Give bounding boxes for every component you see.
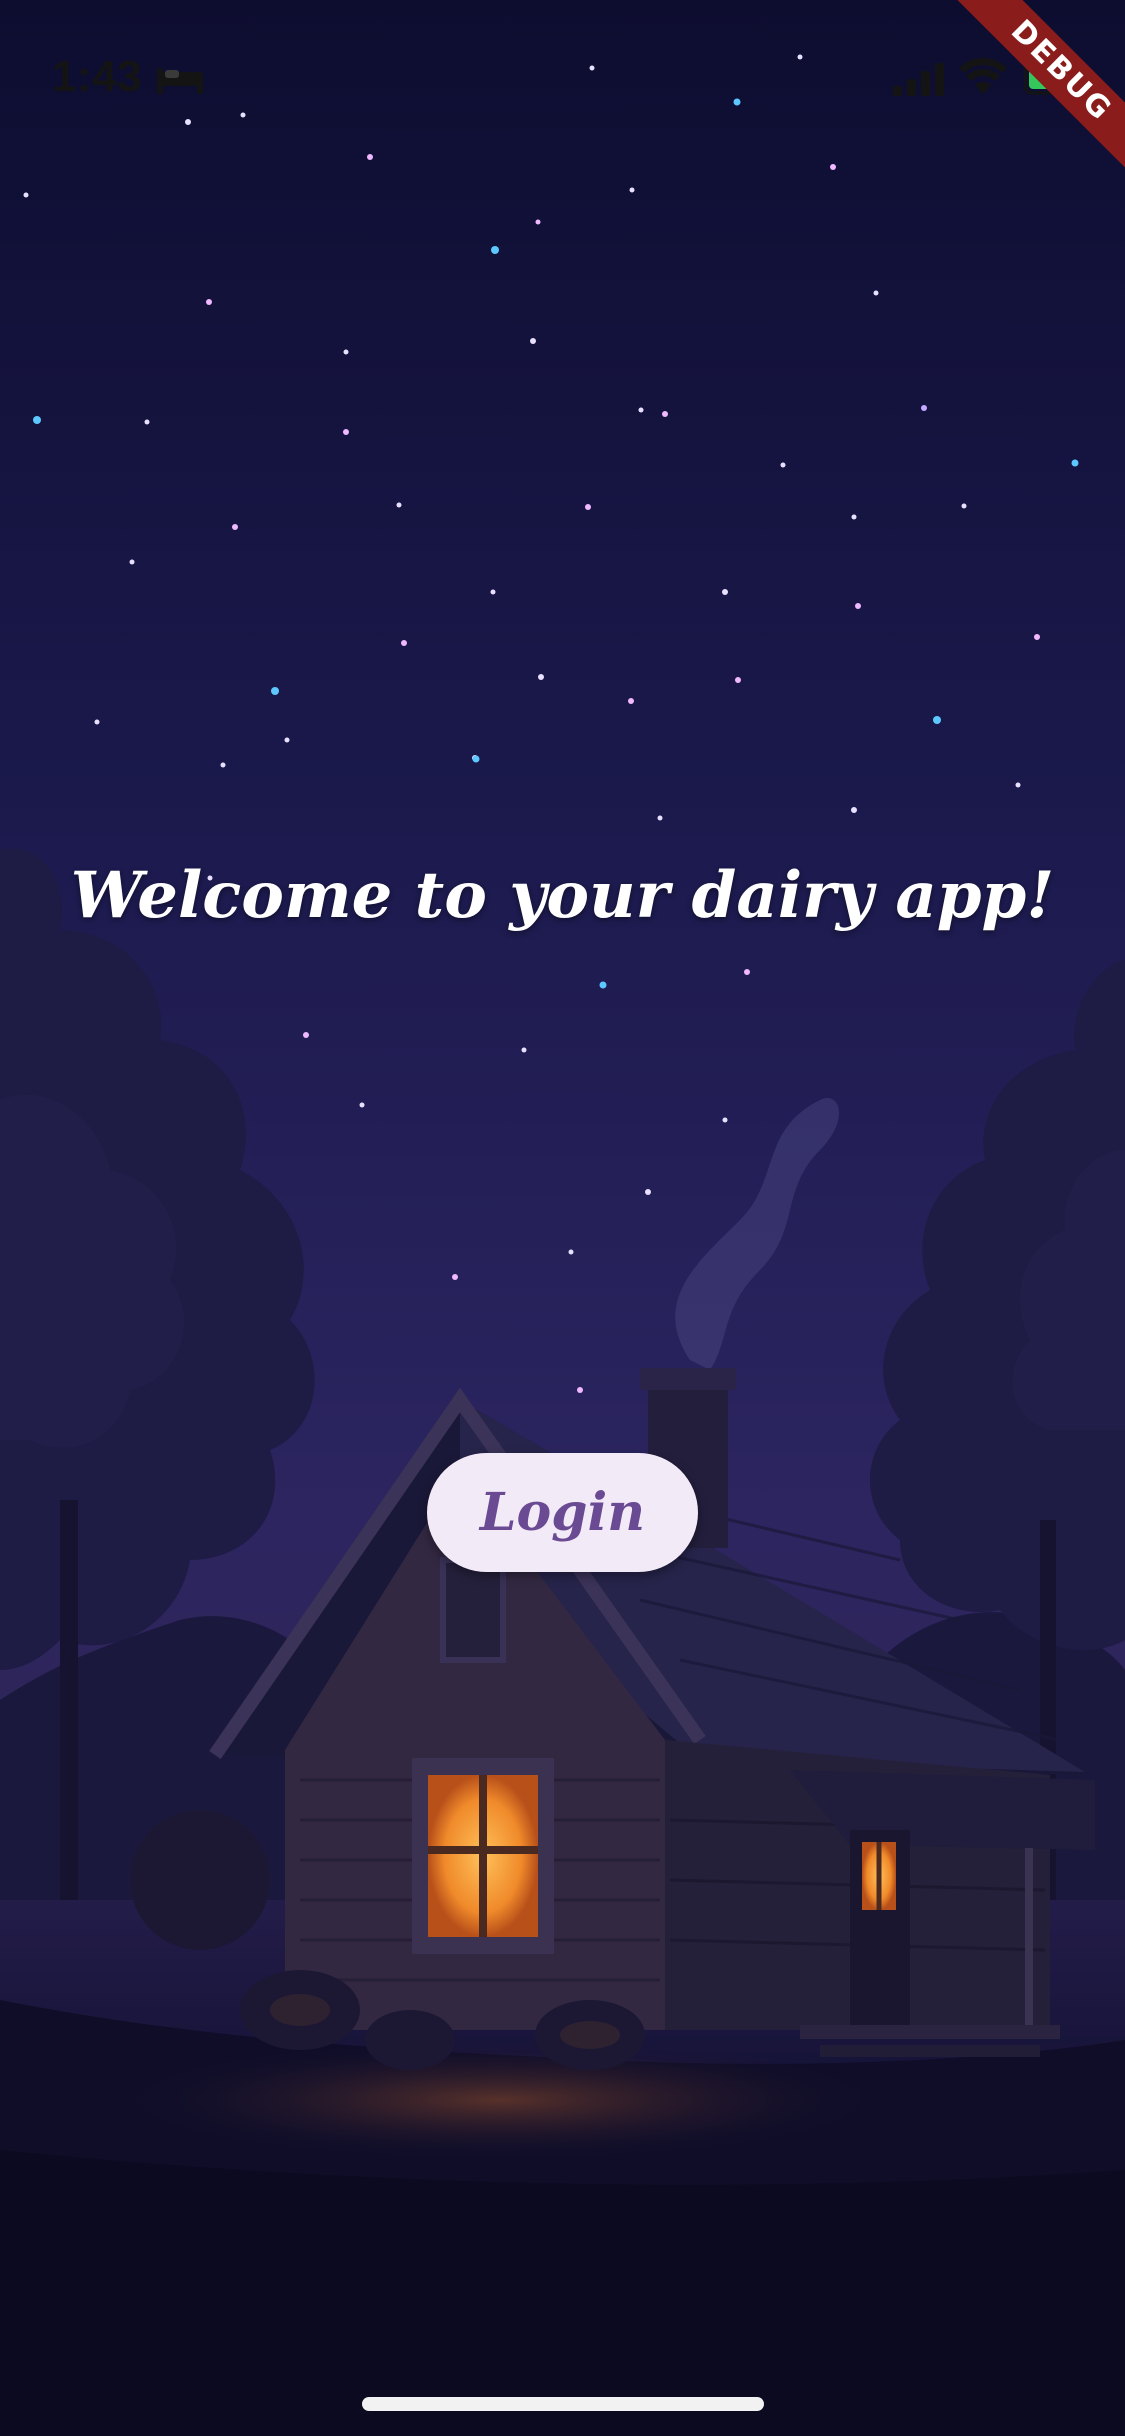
bed-icon bbox=[157, 68, 203, 94]
debug-banner: DEBUG bbox=[925, 0, 1125, 200]
welcome-title: Welcome to your dairy app! bbox=[70, 858, 1055, 933]
debug-ribbon-label: DEBUG bbox=[938, 0, 1125, 194]
app-screen: 1:43 DEBUG Welcome to your dairy app! Lo… bbox=[0, 0, 1125, 2436]
night-cabin-illustration bbox=[0, 0, 1125, 2436]
status-time: 1:43 bbox=[52, 52, 143, 101]
login-button[interactable]: Login bbox=[427, 1453, 698, 1572]
home-indicator[interactable] bbox=[362, 2397, 764, 2411]
login-button-label: Login bbox=[479, 1482, 646, 1543]
